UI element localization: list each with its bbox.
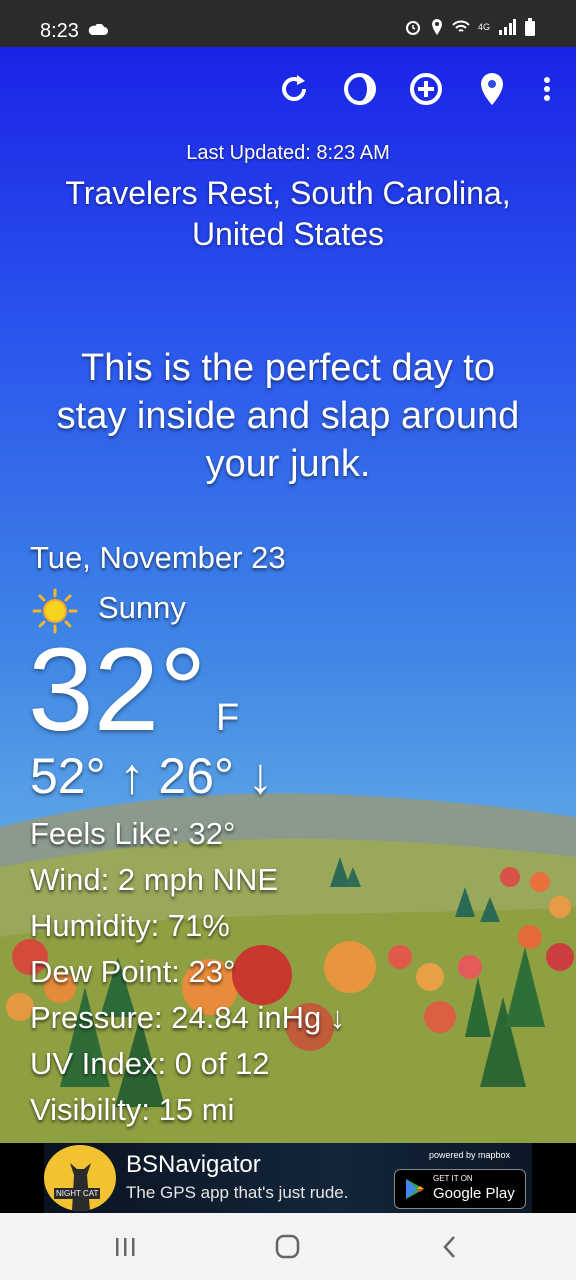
google-play-icon <box>406 1179 424 1199</box>
store-name: Google Play <box>433 1185 515 1202</box>
battery-icon <box>525 18 535 36</box>
google-play-button[interactable]: GET IT ON Google Play <box>394 1169 526 1209</box>
refresh-button[interactable] <box>274 69 314 109</box>
signal-icon <box>499 19 516 35</box>
location-line-2: United States <box>191 216 385 252</box>
weather-tagline: This is the perfect day to stay inside a… <box>28 344 548 488</box>
location-line-1: Travelers Rest, South Carolina, <box>65 175 511 211</box>
location-pin-icon <box>481 73 503 105</box>
location-status-icon <box>431 19 442 35</box>
add-location-icon <box>410 73 442 105</box>
back-icon <box>443 1236 455 1258</box>
ad-powered-by: powered by mapbox <box>428 1150 510 1160</box>
ad-logo-text: NIGHT CAT <box>54 1188 101 1199</box>
status-icons: 4G <box>404 18 536 36</box>
last-updated: Last Updated: 8:23 AM <box>186 142 390 164</box>
theme-icon <box>344 73 376 105</box>
tagline-line-2: stay inside and slap around <box>56 395 520 437</box>
uv-index: UV Index: 0 of 12 <box>30 1046 270 1081</box>
home-button[interactable] <box>268 1229 308 1265</box>
navigation-bar <box>0 1213 576 1280</box>
pressure: Pressure: 24.84 inHg ↓ <box>30 1000 346 1035</box>
wifi-icon <box>452 20 470 32</box>
weather-details: Feels Like: 32° Wind: 2 mph NNE Humidity… <box>30 814 345 1136</box>
wind: Wind: 2 mph NNE <box>30 862 279 897</box>
tagline-line-3: your junk. <box>205 443 371 485</box>
cloud-icon <box>88 24 108 35</box>
store-getit: GET IT ON <box>433 1174 473 1183</box>
ad-content[interactable]: NIGHT CAT BSNavigator The GPS app that's… <box>44 1143 532 1213</box>
weather-panel: Last Updated: 8:23 AM Travelers Rest, So… <box>0 47 576 1143</box>
condition-text: Sunny <box>98 590 186 625</box>
back-button[interactable] <box>430 1229 470 1265</box>
status-time: 8:23 <box>40 20 79 42</box>
more-vert-icon <box>544 77 550 101</box>
recents-button[interactable] <box>106 1229 146 1265</box>
forecast-date: Tue, November 23 <box>30 540 286 575</box>
ad-banner[interactable]: NIGHT CAT BSNavigator The GPS app that's… <box>0 1143 576 1213</box>
location-title: Travelers Rest, South Carolina, United S… <box>40 173 536 255</box>
more-menu-button[interactable] <box>538 69 556 109</box>
visibility: Visibility: 15 mi <box>30 1092 235 1127</box>
dew-point: Dew Point: 23° <box>30 954 236 989</box>
humidity: Humidity: 71% <box>30 908 230 943</box>
temperature-unit: F <box>216 697 240 739</box>
theme-button[interactable] <box>340 69 380 109</box>
feels-like: Feels Like: 32° <box>30 816 236 851</box>
network-label: 4G <box>477 21 490 32</box>
add-location-button[interactable] <box>406 69 446 109</box>
alarm-icon <box>405 21 420 35</box>
night-cat-logo: NIGHT CAT <box>44 1145 116 1211</box>
current-temperature: 32° <box>28 624 207 756</box>
status-bar: 8:23 4G <box>0 0 576 47</box>
home-icon <box>275 1234 300 1259</box>
ad-subtitle: The GPS app that's just rude. <box>126 1183 349 1202</box>
location-button[interactable] <box>472 69 512 109</box>
ad-title: BSNavigator <box>126 1151 261 1178</box>
recents-icon <box>116 1238 135 1256</box>
high-low-temperature: 52° ↑ 26° ↓ <box>30 748 273 804</box>
cat-silhouette-icon <box>70 1163 91 1211</box>
tagline-line-1: This is the perfect day to <box>81 347 495 389</box>
refresh-icon <box>282 75 306 101</box>
toolbar <box>274 69 556 109</box>
